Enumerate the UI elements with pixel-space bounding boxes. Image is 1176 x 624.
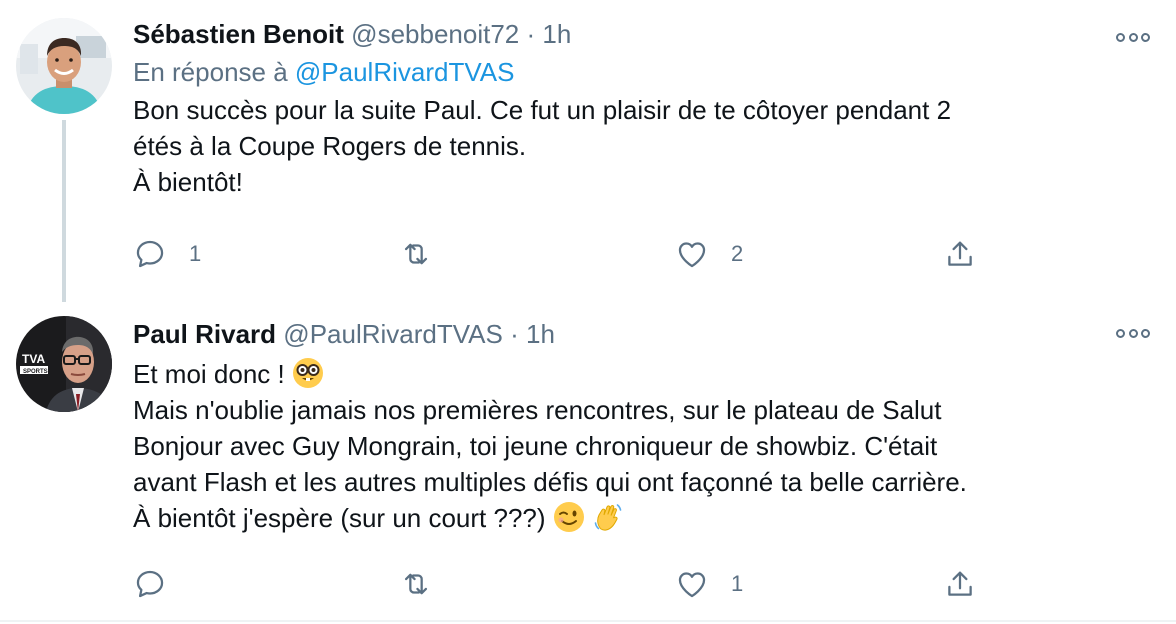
tweet-header: Paul Rivard @PaulRivardTVAS · 1h xyxy=(133,314,1116,354)
display-name[interactable]: Sébastien Benoit xyxy=(133,19,344,49)
tweet-text-line: Bonjour avec Guy Mongrain, toi jeune chr… xyxy=(133,431,938,461)
reply-button[interactable]: 1 xyxy=(133,232,201,276)
comment-icon xyxy=(136,570,164,598)
avatar[interactable]: TVA SPORTS xyxy=(16,316,112,412)
like-count: 2 xyxy=(731,241,744,266)
nerd-face-emoji xyxy=(292,358,323,388)
reply-count: 1 xyxy=(189,241,202,266)
tweet-actions: 1 2 xyxy=(133,232,1133,276)
separator-dot: · xyxy=(526,19,536,49)
like-count: 1 xyxy=(731,571,744,596)
reply-prefix: En réponse à xyxy=(133,57,288,87)
share-button[interactable] xyxy=(943,232,977,276)
tweet-text-line: Bon succès pour la suite Paul. Ce fut un… xyxy=(133,95,952,125)
tweet-text-line-with-emoji: Et moi donc ! xyxy=(133,356,1116,392)
comment-icon xyxy=(136,240,164,268)
user-handle[interactable]: @PaulRivardTVAS xyxy=(283,319,503,349)
avatar[interactable] xyxy=(16,18,112,114)
tweet-text-line: Mais n'oublie jamais nos premières renco… xyxy=(133,395,942,425)
share-button[interactable] xyxy=(943,562,977,606)
tweet-header: Sébastien Benoit @sebbenoit72 · 1h xyxy=(133,14,1116,54)
heart-icon xyxy=(678,242,706,268)
heart-icon xyxy=(678,572,706,598)
avatar-photo: TVA SPORTS xyxy=(16,316,112,412)
tweet-sebastien-benoit[interactable]: Sébastien Benoit @sebbenoit72 · 1h En ré… xyxy=(0,0,1176,302)
retweet-icon xyxy=(404,573,428,595)
tweet-actions: 1 xyxy=(133,562,1133,606)
separator-dot: · xyxy=(510,319,519,349)
svg-text:TVA: TVA xyxy=(22,352,45,366)
like-button[interactable]: 1 xyxy=(675,562,743,606)
tweet-content: Sébastien Benoit @sebbenoit72 · 1h En ré… xyxy=(133,14,1116,200)
more-icon[interactable] xyxy=(1116,30,1150,44)
winking-face-emoji xyxy=(553,502,584,532)
tweet-text-line: avant Flash et les autres multiples défi… xyxy=(133,467,967,497)
timestamp[interactable]: 1h xyxy=(526,319,555,349)
user-handle[interactable]: @sebbenoit72 xyxy=(351,19,519,49)
tweet-text-line: étés à la Coupe Rogers de tennis. xyxy=(133,131,527,161)
tweet-text-line: Et moi donc ! xyxy=(133,359,285,389)
thread-connector-line xyxy=(62,120,66,302)
tweet-text-line: À bientôt! xyxy=(133,167,243,197)
reply-button[interactable] xyxy=(133,562,189,606)
retweet-icon xyxy=(404,243,428,265)
tweet-paul-rivard[interactable]: TVA SPORTS Paul Rivard @PaulRivardTVAS ·… xyxy=(0,302,1176,622)
retweet-button[interactable] xyxy=(399,562,455,606)
tweet-text-line-with-emoji: À bientôt j'espère (sur un court ???) xyxy=(133,500,1116,536)
avatar-photo xyxy=(16,18,112,114)
timestamp[interactable]: 1h xyxy=(542,19,571,49)
tweet-text-line: À bientôt j'espère (sur un court ???) xyxy=(133,503,546,533)
tweet-divider xyxy=(0,620,1176,622)
more-icon[interactable] xyxy=(1116,326,1150,340)
tweet-text: Et moi donc ! Mais n'oublie jamais nos p… xyxy=(133,356,1116,536)
tweet-text: Bon succès pour la suite Paul. Ce fut un… xyxy=(133,92,1116,200)
svg-text:SPORTS: SPORTS xyxy=(23,369,48,375)
share-icon xyxy=(948,571,972,596)
display-name[interactable]: Paul Rivard xyxy=(133,319,276,349)
share-icon xyxy=(948,241,972,266)
reply-mention-link[interactable]: @PaulRivardTVAS xyxy=(295,57,515,87)
reply-context: En réponse à @PaulRivardTVAS xyxy=(133,54,1116,90)
like-button[interactable]: 2 xyxy=(675,232,743,276)
tweet-content: Paul Rivard @PaulRivardTVAS · 1h Et moi … xyxy=(133,314,1116,536)
waving-hand-emoji xyxy=(594,504,622,531)
retweet-button[interactable] xyxy=(399,232,455,276)
